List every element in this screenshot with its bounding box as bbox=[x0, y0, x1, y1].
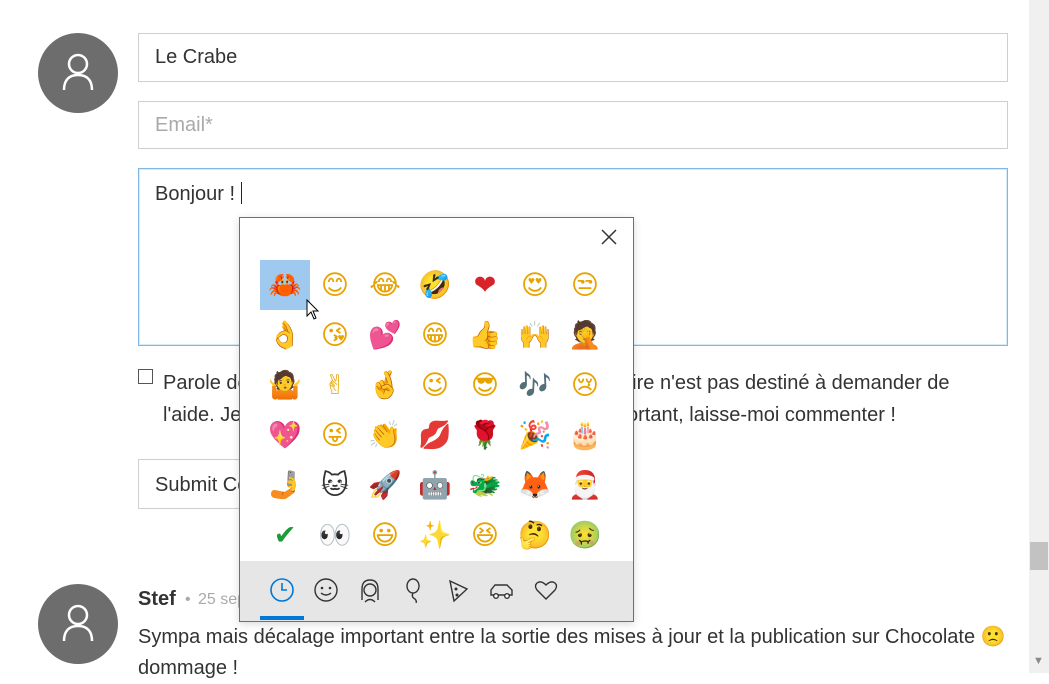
people-icon[interactable] bbox=[348, 565, 392, 615]
emoji-button[interactable]: 🎶 bbox=[510, 360, 560, 410]
emoji-button[interactable]: ❤ bbox=[460, 260, 510, 310]
smiley-icon[interactable] bbox=[304, 565, 348, 615]
emoji-button[interactable]: 🎅 bbox=[560, 460, 610, 510]
emoji-button[interactable]: ✨ bbox=[410, 510, 460, 560]
emoji-button[interactable]: 🎂 bbox=[560, 410, 610, 460]
avatar bbox=[38, 33, 118, 113]
page-scrollbar[interactable] bbox=[1029, 0, 1049, 673]
emoji-button[interactable]: 🐲 bbox=[460, 460, 510, 510]
comment-author[interactable]: Stef bbox=[138, 588, 176, 611]
name-field[interactable]: Le Crabe bbox=[138, 33, 1008, 82]
emoji-button[interactable]: 💋 bbox=[410, 410, 460, 460]
emoji-panel: 🦀 😊 😂 🤣 ❤ 😍 😒 👌 😘 💕 😁 👍 🙌 🤦 🤷 ✌ 🤞 😉 😎 🎶 😢 💖 😜 👏 💋 🌹 🎉 🎂 🤳 🐱 🚀 🤖 🐲 🦊 🎅 ✔ 👀 😃 ✨ 😆… bbox=[239, 217, 634, 622]
emoji-button[interactable]: 👏 bbox=[360, 410, 410, 460]
email-field[interactable]: Email* bbox=[138, 101, 1008, 149]
emoji-button[interactable]: 👀 bbox=[310, 510, 360, 560]
active-tab-indicator bbox=[260, 616, 304, 620]
consent-checkbox[interactable] bbox=[138, 369, 153, 384]
emoji-button[interactable]: 🚀 bbox=[360, 460, 410, 510]
scrollbar-thumb[interactable] bbox=[1030, 542, 1048, 570]
emoji-button[interactable]: 🦊 bbox=[510, 460, 560, 510]
emoji-button[interactable]: 👍 bbox=[460, 310, 510, 360]
emoji-button[interactable]: 😜 bbox=[310, 410, 360, 460]
comment-body: Sympa mais décalage important entre la s… bbox=[138, 626, 1006, 679]
emoji-button[interactable]: 🤦 bbox=[560, 310, 610, 360]
user-icon bbox=[62, 604, 94, 642]
comment-text-value: Bonjour ! bbox=[155, 183, 236, 205]
emoji-button[interactable]: 👌 bbox=[260, 310, 310, 360]
emoji-button[interactable]: 💕 bbox=[360, 310, 410, 360]
emoji-button[interactable]: 😂 bbox=[360, 260, 410, 310]
user-icon bbox=[62, 53, 94, 91]
emoji-button[interactable]: 😢 bbox=[560, 360, 610, 410]
heart-icon[interactable] bbox=[524, 565, 568, 615]
emoji-button[interactable]: 🎉 bbox=[510, 410, 560, 460]
emoji-button[interactable]: 😍 bbox=[510, 260, 560, 310]
emoji-button[interactable]: 😎 bbox=[460, 360, 510, 410]
emoji-button[interactable]: 🤷 bbox=[260, 360, 310, 410]
emoji-button[interactable]: 😒 bbox=[560, 260, 610, 310]
travel-icon[interactable] bbox=[480, 565, 524, 615]
emoji-button[interactable]: 😉 bbox=[410, 360, 460, 410]
emoji-button[interactable]: ✔ bbox=[260, 510, 310, 560]
food-icon[interactable] bbox=[436, 565, 480, 615]
meta-separator: • bbox=[185, 591, 191, 608]
emoji-button[interactable]: 🤔 bbox=[510, 510, 560, 560]
emoji-button[interactable]: 😁 bbox=[410, 310, 460, 360]
emoji-button[interactable]: 🌹 bbox=[460, 410, 510, 460]
mouse-pointer-icon bbox=[306, 299, 320, 320]
emoji-button[interactable]: 🤳 bbox=[260, 460, 310, 510]
emoji-button[interactable]: 😆 bbox=[460, 510, 510, 560]
emoji-button[interactable]: 😃 bbox=[360, 510, 410, 560]
emoji-button[interactable]: 🤣 bbox=[410, 260, 460, 310]
text-caret bbox=[241, 182, 243, 204]
emoji-button[interactable]: 🤖 bbox=[410, 460, 460, 510]
comment-avatar bbox=[38, 584, 118, 664]
emoji-button[interactable]: 🤢 bbox=[560, 510, 610, 560]
scroll-down-arrow-icon[interactable]: ▼ bbox=[1033, 655, 1044, 667]
emoji-button[interactable]: 🐱 bbox=[310, 460, 360, 510]
emoji-button[interactable]: ✌ bbox=[310, 360, 360, 410]
emoji-button[interactable]: 💖 bbox=[260, 410, 310, 460]
emoji-category-tabs bbox=[240, 561, 633, 621]
emoji-button[interactable]: 🦀 bbox=[260, 260, 310, 310]
emoji-button[interactable]: 🤞 bbox=[360, 360, 410, 410]
celebration-icon[interactable] bbox=[392, 565, 436, 615]
recent-icon[interactable] bbox=[260, 565, 304, 615]
close-icon[interactable] bbox=[598, 226, 620, 248]
emoji-button[interactable]: 🙌 bbox=[510, 310, 560, 360]
